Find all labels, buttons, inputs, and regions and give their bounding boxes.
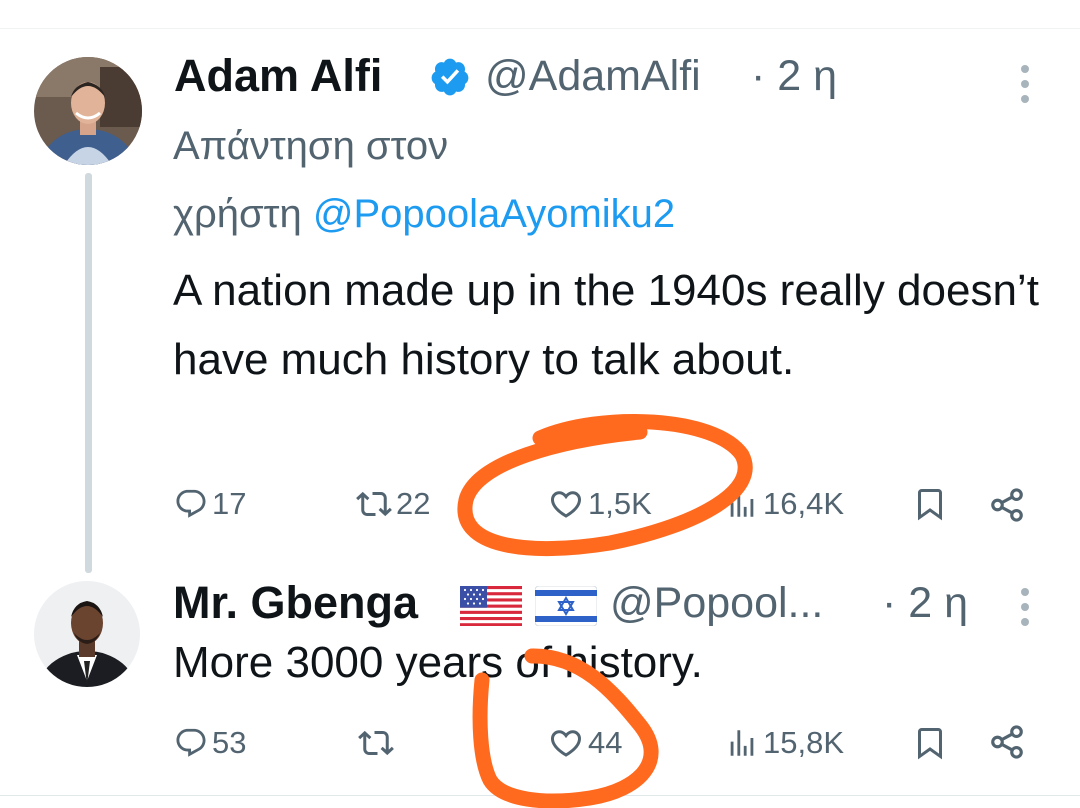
reply-context-line1: Απάντηση στον <box>173 124 449 168</box>
retweet-button[interactable]: 22 <box>356 486 430 522</box>
share-button[interactable] <box>988 486 1026 524</box>
share-button[interactable] <box>988 723 1026 761</box>
like-button[interactable]: 44 <box>548 725 622 761</box>
retweet-count: 22 <box>396 486 431 521</box>
author-handle[interactable]: @AdamAlfi <box>485 51 701 101</box>
retweet-icon <box>358 730 394 756</box>
share-icon <box>991 488 1023 522</box>
retweet-button[interactable] <box>358 725 398 761</box>
views-count: 15,8K <box>763 725 845 760</box>
reply-count: 53 <box>212 725 247 760</box>
verified-badge-icon <box>429 56 471 103</box>
reply-button[interactable]: 17 <box>174 486 246 522</box>
bookmark-button[interactable] <box>912 486 948 522</box>
reply-button[interactable]: 53 <box>174 725 246 761</box>
views-count: 16,4K <box>763 486 845 521</box>
author-name[interactable]: Adam Alfi <box>174 51 382 101</box>
bookmark-icon <box>918 728 942 760</box>
us-flag-icon <box>460 586 522 631</box>
like-count: 1,5K <box>588 486 652 521</box>
tweet-text: More 3000 years of history. <box>173 638 703 687</box>
views-chart-icon <box>730 730 754 756</box>
heart-icon <box>550 730 582 757</box>
tweet-time[interactable]: · 2 η <box>882 578 968 628</box>
like-button[interactable]: 1,5K <box>548 486 652 522</box>
views-button[interactable]: 16,4K <box>725 486 844 522</box>
bookmark-button[interactable] <box>912 725 948 761</box>
more-options-icon[interactable] <box>1019 588 1031 633</box>
reply-count: 17 <box>212 486 247 521</box>
heart-icon <box>550 491 582 518</box>
tweet-text: A nation made up in the 1940s really doe… <box>173 266 1039 384</box>
retweet-icon <box>356 491 392 517</box>
author-name[interactable]: Mr. Gbenga <box>173 578 418 628</box>
reply-context-line2: χρήστη @PopoolaAyomiku2 <box>173 189 675 239</box>
avatar[interactable] <box>34 581 140 687</box>
like-count: 44 <box>588 725 623 760</box>
bookmark-icon <box>918 489 942 521</box>
thread-connector <box>85 173 92 573</box>
reply-icon <box>176 489 206 518</box>
reply-context-prefix: χρήστη <box>173 192 302 236</box>
share-icon <box>991 725 1023 759</box>
avatar[interactable] <box>34 57 142 165</box>
israel-flag-icon <box>534 585 598 631</box>
bottom-divider <box>0 795 1080 796</box>
more-options-icon[interactable] <box>1019 65 1031 110</box>
views-chart-icon <box>730 491 754 517</box>
reply-icon <box>176 728 206 757</box>
top-divider <box>0 28 1080 29</box>
reply-mention-link[interactable]: @PopoolaAyomiku2 <box>313 192 675 236</box>
author-handle[interactable]: @Popool... <box>610 578 823 628</box>
views-button[interactable]: 15,8K <box>725 725 844 761</box>
tweet-time[interactable]: · 2 η <box>751 51 837 101</box>
